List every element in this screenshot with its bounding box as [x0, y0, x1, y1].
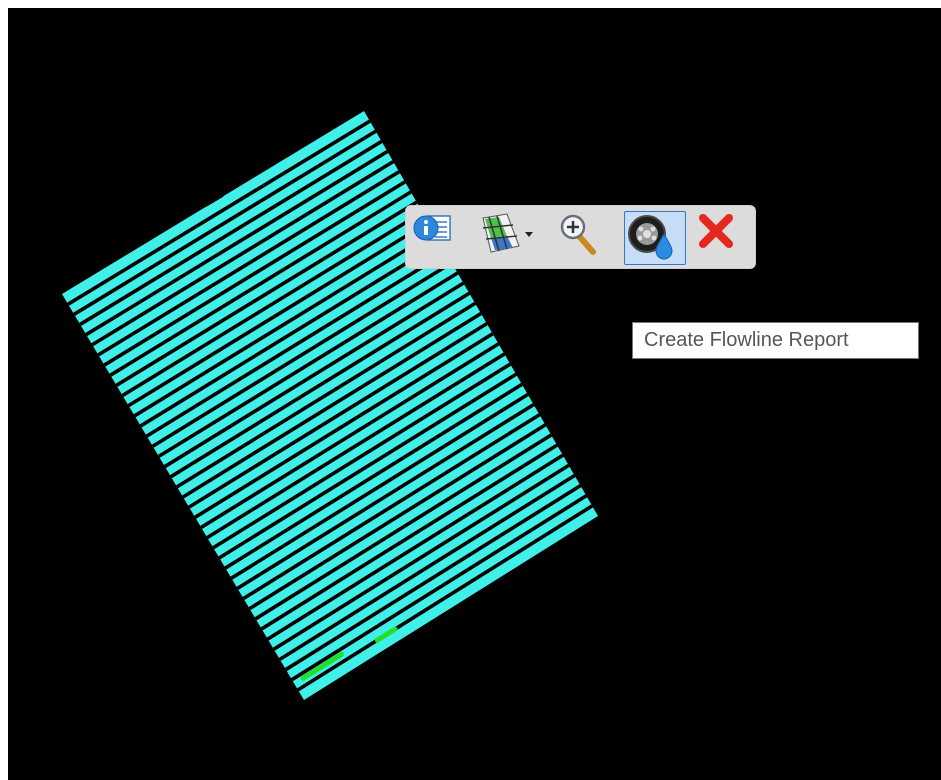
flowline-report-button[interactable]	[624, 211, 686, 265]
element-info-icon	[413, 215, 451, 241]
tooltip: Create Flowline Report	[632, 322, 919, 359]
chevron-down-icon	[525, 232, 533, 237]
context-toolbar	[405, 205, 756, 269]
close-icon	[699, 214, 733, 248]
surface-drawing[interactable]	[8, 8, 941, 780]
zoom-in-button[interactable]	[558, 211, 614, 265]
flowline-report-icon	[628, 215, 673, 260]
drawing-view[interactable]: Create Flowline Report	[8, 8, 941, 780]
element-info-button[interactable]	[412, 211, 468, 265]
zoom-in-icon	[560, 214, 596, 255]
grid-surface-button[interactable]	[476, 211, 548, 265]
close-button[interactable]	[696, 211, 748, 265]
grid-surface-icon	[482, 213, 533, 253]
